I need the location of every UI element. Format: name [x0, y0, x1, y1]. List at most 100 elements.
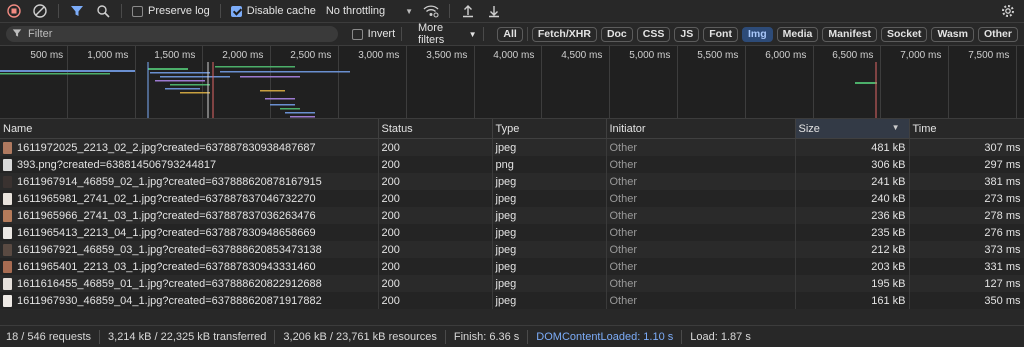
type-chip-socket[interactable]: Socket	[881, 26, 928, 42]
invert-label: Invert	[367, 28, 396, 40]
table-row[interactable]: 1611965401_2213_03_1.jpg?created=6378878…	[0, 258, 1024, 275]
request-time: 297 ms	[909, 156, 1024, 173]
checkbox-box-checked[interactable]	[230, 5, 242, 17]
type-chip-doc[interactable]: Doc	[600, 26, 633, 42]
request-type: jpeg	[492, 207, 607, 224]
request-name-cell[interactable]: 1611965413_2213_04_1.jpg?created=6378878…	[0, 224, 379, 241]
column-header-type[interactable]: Type	[492, 119, 607, 139]
disable-cache-label: Disable cache	[246, 5, 316, 17]
table-row[interactable]: 1611965966_2741_03_1.jpg?created=6378878…	[0, 207, 1024, 224]
request-name-cell[interactable]: 1611967930_46859_04_1.jpg?created=637888…	[0, 292, 379, 309]
request-size: 212 kB	[795, 241, 910, 258]
column-header-size[interactable]: Size ▼	[795, 119, 910, 139]
request-initiator: Other	[606, 138, 796, 156]
more-filters-dropdown[interactable]: More filters ▼	[418, 22, 477, 46]
filter-funnel-icon[interactable]	[69, 3, 85, 19]
more-filters-label: More filters	[418, 22, 445, 46]
table-row[interactable]: 1611967930_46859_04_1.jpg?created=637888…	[0, 292, 1024, 309]
request-name-cell[interactable]: 1611967921_46859_03_1.jpg?created=637888…	[0, 241, 379, 258]
request-name-cell[interactable]: 1611965981_2741_02_1.jpg?created=6378878…	[0, 190, 379, 207]
transferred-size: 3,214 kB / 22,325 kB transferred	[108, 330, 267, 343]
checkbox-box[interactable]	[351, 28, 363, 40]
network-overview-timeline[interactable]: 500 ms 1,000 ms 1,500 ms 2,000 ms 2,500 ms 3,…	[0, 46, 1024, 119]
table-row[interactable]: 1611972025_2213_02_2.jpg?created=6378878…	[0, 138, 1024, 156]
toolbar-divider	[58, 4, 59, 18]
request-status: 200	[378, 224, 493, 241]
checkbox-box[interactable]	[132, 5, 143, 17]
request-name-cell[interactable]: 1611616455_46859_01_1.jpg?created=637888…	[0, 275, 379, 292]
table-row[interactable]: 1611616455_46859_01_1.jpg?created=637888…	[0, 275, 1024, 292]
request-time: 127 ms	[909, 275, 1024, 292]
request-time: 307 ms	[909, 138, 1024, 156]
image-thumbnail-icon	[3, 260, 12, 273]
request-size: 195 kB	[795, 275, 910, 292]
table-row[interactable]: 1611965981_2741_02_1.jpg?created=6378878…	[0, 190, 1024, 207]
table-row[interactable]: 393.png?created=638814506793244817 200 png…	[0, 156, 1024, 173]
request-status: 200	[378, 138, 493, 156]
type-chip-manifest[interactable]: Manifest	[822, 26, 877, 42]
request-name-cell[interactable]: 1611972025_2213_02_2.jpg?created=6378878…	[0, 138, 379, 156]
request-name-cell[interactable]: 1611965966_2741_03_1.jpg?created=6378878…	[0, 207, 379, 224]
search-icon[interactable]	[95, 3, 111, 19]
throttling-select[interactable]: No throttling ▼	[326, 5, 413, 17]
request-type: png	[492, 156, 607, 173]
clear-icon[interactable]	[32, 3, 48, 19]
summary-status-bar: 18 / 546 requests 3,214 kB / 22,325 kB t…	[0, 325, 1024, 347]
settings-gear-icon[interactable]	[1000, 3, 1016, 19]
import-har-icon[interactable]	[460, 3, 476, 19]
table-header: Name Status Type Initiator Size ▼ Time	[0, 119, 1024, 139]
image-thumbnail-icon	[3, 158, 12, 171]
resources-size: 3,206 kB / 23,761 kB resources	[283, 330, 437, 343]
table-row[interactable]: 1611967914_46859_02_1.jpg?created=637888…	[0, 173, 1024, 190]
table-row[interactable]: 1611967921_46859_03_1.jpg?created=637888…	[0, 241, 1024, 258]
invert-checkbox[interactable]: Invert	[351, 28, 396, 40]
filter-funnel-icon	[12, 28, 22, 41]
request-name-cell[interactable]: 1611967914_46859_02_1.jpg?created=637888…	[0, 173, 379, 190]
request-name: 1611972025_2213_02_2.jpg?created=6378878…	[17, 141, 316, 154]
network-conditions-icon[interactable]	[423, 3, 439, 19]
column-header-initiator[interactable]: Initiator	[606, 119, 796, 139]
column-header-time[interactable]: Time	[909, 119, 1024, 139]
request-name-cell[interactable]: 1611965401_2213_03_1.jpg?created=6378878…	[0, 258, 379, 275]
request-name: 1611967930_46859_04_1.jpg?created=637888…	[17, 294, 322, 307]
type-chip-all[interactable]: All	[497, 26, 523, 42]
request-name: 1611967921_46859_03_1.jpg?created=637888…	[17, 243, 322, 256]
request-name-cell[interactable]: 393.png?created=638814506793244817	[0, 156, 379, 173]
request-initiator: Other	[606, 190, 796, 207]
column-header-name[interactable]: Name	[0, 119, 379, 139]
export-har-icon[interactable]	[486, 3, 502, 19]
request-type: jpeg	[492, 258, 607, 275]
filter-divider	[401, 27, 403, 41]
type-chip-css[interactable]: CSS	[636, 26, 671, 42]
image-thumbnail-icon	[3, 294, 12, 307]
type-chip-media[interactable]: Media	[776, 26, 819, 42]
type-chip-font[interactable]: Font	[703, 26, 738, 42]
requests-table: Name Status Type Initiator Size ▼ Time 16…	[0, 119, 1024, 309]
request-name: 1611965981_2741_02_1.jpg?created=6378878…	[17, 192, 316, 205]
table-row[interactable]: 1611965413_2213_04_1.jpg?created=6378878…	[0, 224, 1024, 241]
request-time: 278 ms	[909, 207, 1024, 224]
column-header-status[interactable]: Status	[378, 119, 493, 139]
status-divider	[527, 329, 529, 344]
request-type: jpeg	[492, 241, 607, 258]
chip-divider	[526, 26, 528, 41]
type-chip-wasm[interactable]: Wasm	[931, 26, 974, 42]
record-stop-icon[interactable]	[6, 3, 22, 19]
sort-descending-icon: ▼	[891, 122, 900, 132]
status-divider	[99, 329, 101, 344]
filter-input[interactable]: Filter	[6, 26, 338, 42]
request-size: 240 kB	[795, 190, 910, 207]
preserve-log-checkbox[interactable]: Preserve log	[132, 5, 210, 17]
request-time: 331 ms	[909, 258, 1024, 275]
request-size: 481 kB	[795, 138, 910, 156]
request-name: 393.png?created=638814506793244817	[17, 158, 217, 171]
request-status: 200	[378, 173, 493, 190]
chevron-down-icon: ▼	[405, 6, 414, 16]
type-chip-img[interactable]: Img	[741, 26, 773, 42]
type-chip-other[interactable]: Other	[977, 26, 1018, 42]
type-chip-js[interactable]: JS	[674, 26, 700, 42]
disable-cache-checkbox[interactable]: Disable cache	[230, 5, 316, 17]
request-initiator: Other	[606, 207, 796, 224]
image-thumbnail-icon	[3, 175, 12, 188]
type-chip-fetch-xhr[interactable]: Fetch/XHR	[531, 26, 597, 42]
